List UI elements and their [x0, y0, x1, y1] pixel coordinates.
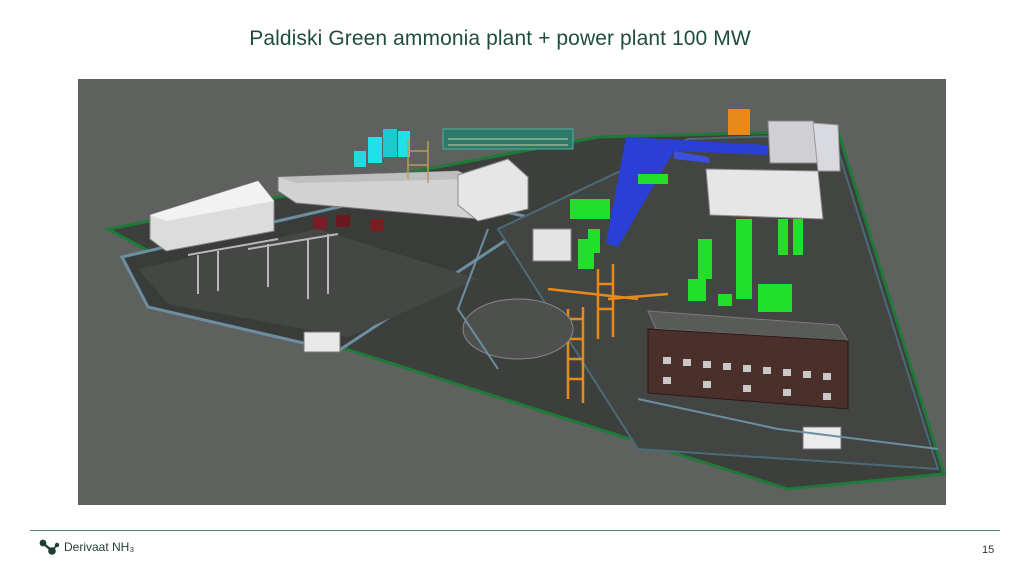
footer-rule — [30, 530, 1000, 531]
slide-title: Paldiski Green ammonia plant + power pla… — [249, 27, 751, 50]
tank-2 — [383, 129, 397, 157]
company-logo: Derivaat NH₃ — [38, 538, 134, 556]
transformer-3 — [370, 219, 384, 231]
page-number: 15 — [982, 544, 995, 556]
orange-tower-top — [728, 109, 750, 135]
round-basin — [462, 298, 574, 360]
tank-1 — [368, 137, 382, 163]
white-box-mid — [532, 228, 572, 262]
logo-text: Derivaat NH₃ — [64, 540, 135, 554]
transformer-1 — [313, 217, 327, 229]
cabin-left — [303, 331, 341, 353]
tank-4 — [354, 151, 366, 167]
molecule-logo-icon — [39, 539, 60, 555]
transformer-2 — [336, 215, 350, 227]
plant-3d-render — [78, 79, 946, 505]
building-corrugated — [812, 122, 841, 172]
building-white-large — [705, 168, 824, 220]
cabin-right — [802, 426, 842, 450]
